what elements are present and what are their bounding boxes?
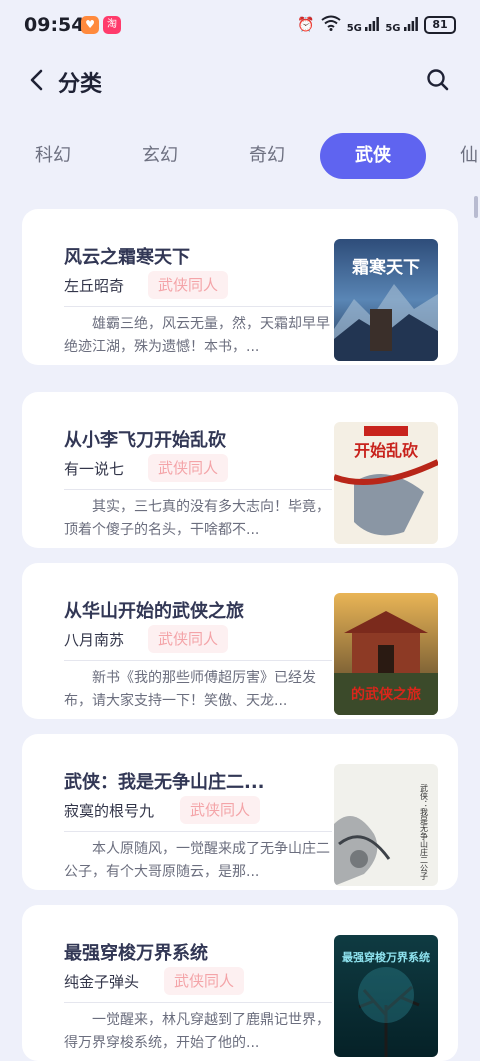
genre-tag: 武侠同人 [148,271,229,299]
book-cover[interactable]: 开始乱砍 [334,422,438,544]
book-author: 左丘昭奇 [64,277,125,295]
tab-xianxia[interactable]: 仙 [428,133,480,179]
genre-tag: 武侠同人 [148,625,229,653]
cover-title-text: 开始乱砍 [354,441,419,460]
divider [64,660,332,661]
book-summary: 一觉醒来，林凡穿越到了鹿鼎记世界，得万界穿梭系统，开始了他的... [64,1012,330,1051]
network-label-2: 5G [385,22,401,34]
book-summary: 新书《我的那些师傅超厉害》已经发布，请大家支持一下！笑傲、天龙... [64,670,316,709]
tab-wuxia[interactable]: 武侠 [320,133,426,179]
book-author: 八月南苏 [64,631,125,649]
genre-tag: 武侠同人 [164,967,245,995]
book-title[interactable]: 风云之霜寒天下 [64,243,190,269]
signal-icon-1: 5G [346,16,380,34]
book-author: 寂寞的根号九 [64,802,155,820]
page-title: 分类 [58,72,103,97]
book-title[interactable]: 武侠：我是无争山庄二... [64,768,265,794]
battery-indicator: 81 [424,16,456,34]
tab-xuanhuan[interactable]: 玄幻 [107,133,213,179]
status-icons: ⏰ 5G 5G 81 [297,15,456,35]
genre-tag: 武侠同人 [180,796,261,824]
book-title[interactable]: 最强穿梭万界系统 [64,939,208,965]
cover-title-text: 最强穿梭万界系统 [342,950,430,964]
divider [64,1002,332,1003]
book-card[interactable]: 风云之霜寒天下 左丘昭奇 武侠同人 雄霸三绝，风云无量，然，天霜却早早绝迹江湖，… [22,209,458,365]
network-label-1: 5G [346,22,362,34]
book-card[interactable]: 武侠：我是无争山庄二... 寂寞的根号九 武侠同人 本人原随风，一觉醒来成了无争… [22,734,458,890]
cover-title-text: 的武侠之旅 [351,686,421,703]
book-card[interactable]: 从小李飞刀开始乱砍 有一说七 武侠同人 其实，三七真的没有多大志向！毕竟，顶着个… [22,392,458,548]
tab-scifi[interactable]: 科幻 [0,133,106,179]
book-summary: 本人原随风，一觉醒来成了无争山庄二公子，有个大哥原随云，是那... [64,841,330,880]
divider [64,831,332,832]
notification-shop-icon: 淘 [103,16,121,34]
divider [64,489,332,490]
wifi-icon [321,15,341,35]
cover-title-text: 武侠：我是无争山庄二公子 [420,783,429,880]
book-author: 纯金子弹头 [64,973,140,991]
book-title[interactable]: 从华山开始的武侠之旅 [64,597,244,623]
book-cover[interactable]: 最强穿梭万界系统 [334,935,438,1057]
genre-tag: 武侠同人 [148,454,229,482]
notification-app-icon: ♥ [81,16,99,34]
status-time: 09:54 [24,14,85,36]
tab-fantasy[interactable]: 奇幻 [214,133,320,179]
scrollbar[interactable] [474,196,478,218]
book-card[interactable]: 最强穿梭万界系统 纯金子弹头 武侠同人 一觉醒来，林凡穿越到了鹿鼎记世界，得万界… [22,905,458,1061]
book-summary: 其实，三七真的没有多大志向！毕竟，顶着个傻子的名头，干啥都不... [64,499,330,538]
category-tabs: 科幻 玄幻 奇幻 武侠 仙 [0,133,480,179]
header: 分类 [0,60,480,102]
back-arrow-icon[interactable] [24,66,52,94]
book-cover[interactable]: 霜寒天下 [334,239,438,361]
signal-icon-2: 5G [385,16,418,34]
alarm-icon: ⏰ [297,17,315,33]
book-cover[interactable]: 的武侠之旅 [334,593,438,715]
book-title[interactable]: 从小李飞刀开始乱砍 [64,426,226,452]
book-summary: 雄霸三绝，风云无量，然，天霜却早早绝迹江湖，殊为遗憾！本书，... [64,316,330,355]
book-card[interactable]: 从华山开始的武侠之旅 八月南苏 武侠同人 新书《我的那些师傅超厉害》已经发布，请… [22,563,458,719]
divider [64,306,332,307]
book-cover[interactable]: 武侠：我是无争山庄二公子 [334,764,438,886]
book-author: 有一说七 [64,460,125,478]
status-bar: 09:54 ♥ 淘 ⏰ 5G 5G 81 [0,0,480,52]
search-icon[interactable] [426,68,450,92]
cover-title-text: 霜寒天下 [351,257,420,277]
